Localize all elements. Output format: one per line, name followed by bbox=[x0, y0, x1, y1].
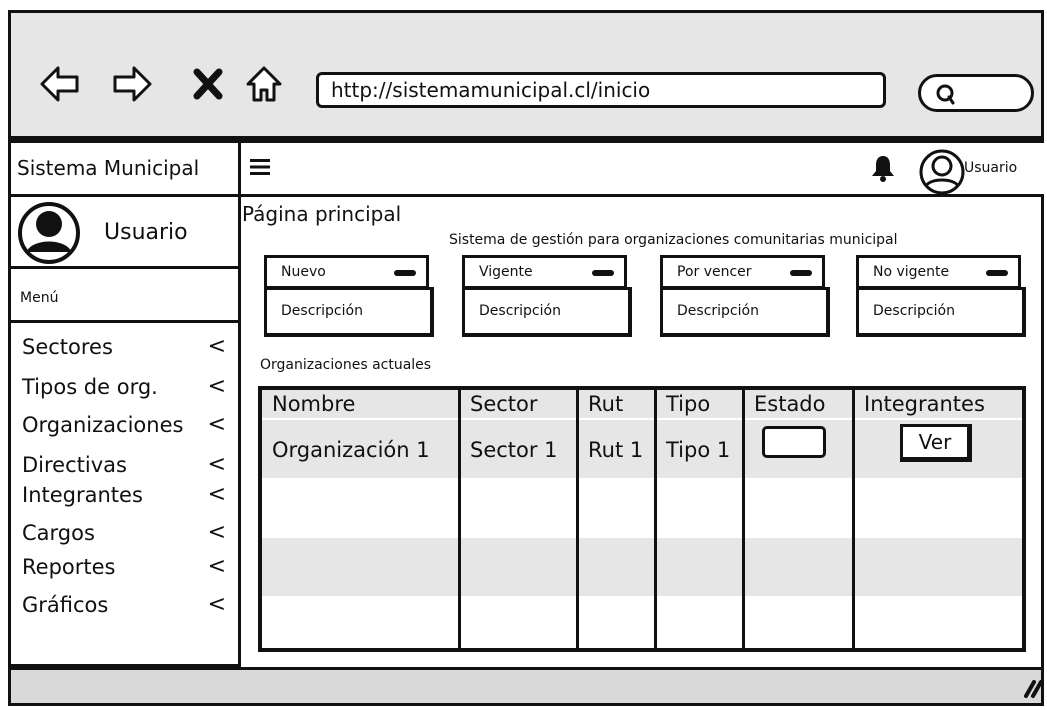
column-header-sector[interactable]: Sector bbox=[460, 390, 578, 418]
card-title: Por vencer bbox=[677, 264, 752, 280]
sidebar-item-sectores[interactable]: Sectores < bbox=[22, 332, 232, 362]
card-title: No vigente bbox=[873, 264, 950, 280]
status-card-vigente[interactable]: Vigente Descripción bbox=[462, 255, 634, 339]
status-card-no-vigente[interactable]: No vigente Descripción bbox=[856, 255, 1028, 339]
topbar-username[interactable]: Usuario bbox=[964, 160, 1017, 176]
sidebar-item-label: Reportes bbox=[22, 555, 116, 579]
card-title: Vigente bbox=[479, 264, 533, 280]
section-label: Organizaciones actuales bbox=[260, 357, 432, 373]
sidebar-username: Usuario bbox=[104, 220, 188, 245]
window-footer bbox=[8, 667, 1044, 706]
column-header-integrantes[interactable]: Integrantes bbox=[854, 390, 1022, 418]
sidebar-item-label: Integrantes bbox=[22, 483, 143, 507]
column-header-tipo[interactable]: Tipo bbox=[656, 390, 744, 418]
status-card-por-vencer[interactable]: Por vencer Descripción bbox=[660, 255, 832, 339]
chevron-left-icon: < bbox=[207, 412, 226, 437]
search-icon bbox=[936, 84, 955, 105]
chevron-left-icon: < bbox=[207, 592, 226, 617]
minimize-icon[interactable] bbox=[394, 270, 416, 276]
page-subtitle: Sistema de gestión para organizaciones c… bbox=[449, 232, 898, 248]
cell-rut: Rut 1 bbox=[588, 438, 644, 462]
search-field[interactable] bbox=[918, 74, 1034, 112]
user-avatar-icon[interactable] bbox=[918, 148, 966, 196]
sidebar-item-label: Gráficos bbox=[22, 593, 109, 617]
menu-label: Menú bbox=[8, 269, 241, 323]
minimize-icon[interactable] bbox=[986, 270, 1008, 276]
view-members-button[interactable]: Ver bbox=[900, 424, 972, 462]
sidebar-item-label: Tipos de org. bbox=[22, 375, 158, 399]
sidebar-item-label: Sectores bbox=[22, 335, 113, 359]
column-divider bbox=[576, 390, 579, 648]
page-title: Página principal bbox=[242, 202, 402, 226]
sidebar-item-graficos[interactable]: Gráficos < bbox=[22, 590, 232, 620]
minimize-icon[interactable] bbox=[592, 270, 614, 276]
status-card-nuevo[interactable]: Nuevo Descripción bbox=[264, 255, 436, 339]
card-header: Vigente bbox=[462, 255, 627, 289]
card-title: Nuevo bbox=[281, 264, 326, 280]
cell-sector: Sector 1 bbox=[470, 438, 558, 462]
app-brand: Sistema Municipal bbox=[8, 140, 241, 197]
cell-tipo: Tipo 1 bbox=[666, 438, 731, 462]
sidebar-item-cargos[interactable]: Cargos < bbox=[22, 518, 232, 548]
sidebar-avatar-icon bbox=[18, 202, 80, 264]
column-header-rut[interactable]: Rut bbox=[578, 390, 656, 418]
status-indicator bbox=[762, 426, 826, 458]
card-description: Descripción bbox=[856, 287, 1026, 337]
chevron-left-icon: < bbox=[207, 452, 226, 477]
column-divider bbox=[742, 390, 745, 648]
forward-arrow-icon[interactable] bbox=[112, 64, 152, 104]
hamburger-menu-icon[interactable] bbox=[250, 158, 270, 176]
card-description: Descripción bbox=[462, 287, 632, 337]
chevron-left-icon: < bbox=[207, 554, 226, 579]
chevron-left-icon: < bbox=[207, 482, 226, 507]
card-description: Descripción bbox=[264, 287, 434, 337]
sidebar-item-label: Directivas bbox=[22, 453, 127, 477]
sidebar-item-integrantes[interactable]: Integrantes < bbox=[22, 480, 232, 510]
card-header: No vigente bbox=[856, 255, 1021, 289]
sidebar-item-reportes[interactable]: Reportes < bbox=[22, 552, 232, 582]
card-header: Por vencer bbox=[660, 255, 825, 289]
sidebar-item-organizaciones[interactable]: Organizaciones < bbox=[22, 410, 232, 440]
card-description: Descripción bbox=[660, 287, 830, 337]
table-row-band bbox=[262, 538, 1022, 596]
sidebar-item-directivas[interactable]: Directivas < bbox=[22, 450, 232, 480]
column-divider bbox=[458, 390, 461, 648]
column-divider bbox=[654, 390, 657, 648]
resize-handle-icon[interactable] bbox=[1016, 672, 1044, 700]
close-icon[interactable] bbox=[192, 64, 224, 104]
chevron-left-icon: < bbox=[207, 374, 226, 399]
sidebar-item-label: Cargos bbox=[22, 521, 95, 545]
cell-nombre: Organización 1 bbox=[272, 438, 430, 462]
column-divider bbox=[852, 390, 855, 648]
chevron-left-icon: < bbox=[207, 334, 226, 359]
sidebar-item-label: Organizaciones bbox=[22, 413, 184, 437]
home-icon[interactable] bbox=[244, 64, 284, 104]
back-arrow-icon[interactable] bbox=[40, 64, 80, 104]
chevron-left-icon: < bbox=[207, 520, 226, 545]
card-header: Nuevo bbox=[264, 255, 429, 289]
column-header-nombre[interactable]: Nombre bbox=[262, 390, 460, 418]
notification-bell-icon[interactable] bbox=[870, 154, 896, 182]
minimize-icon[interactable] bbox=[790, 270, 812, 276]
address-bar[interactable]: http://sistemamunicipal.cl/inicio bbox=[316, 72, 886, 108]
column-header-estado[interactable]: Estado bbox=[744, 390, 854, 418]
sidebar-item-tipos-de-org[interactable]: Tipos de org. < bbox=[22, 372, 232, 402]
